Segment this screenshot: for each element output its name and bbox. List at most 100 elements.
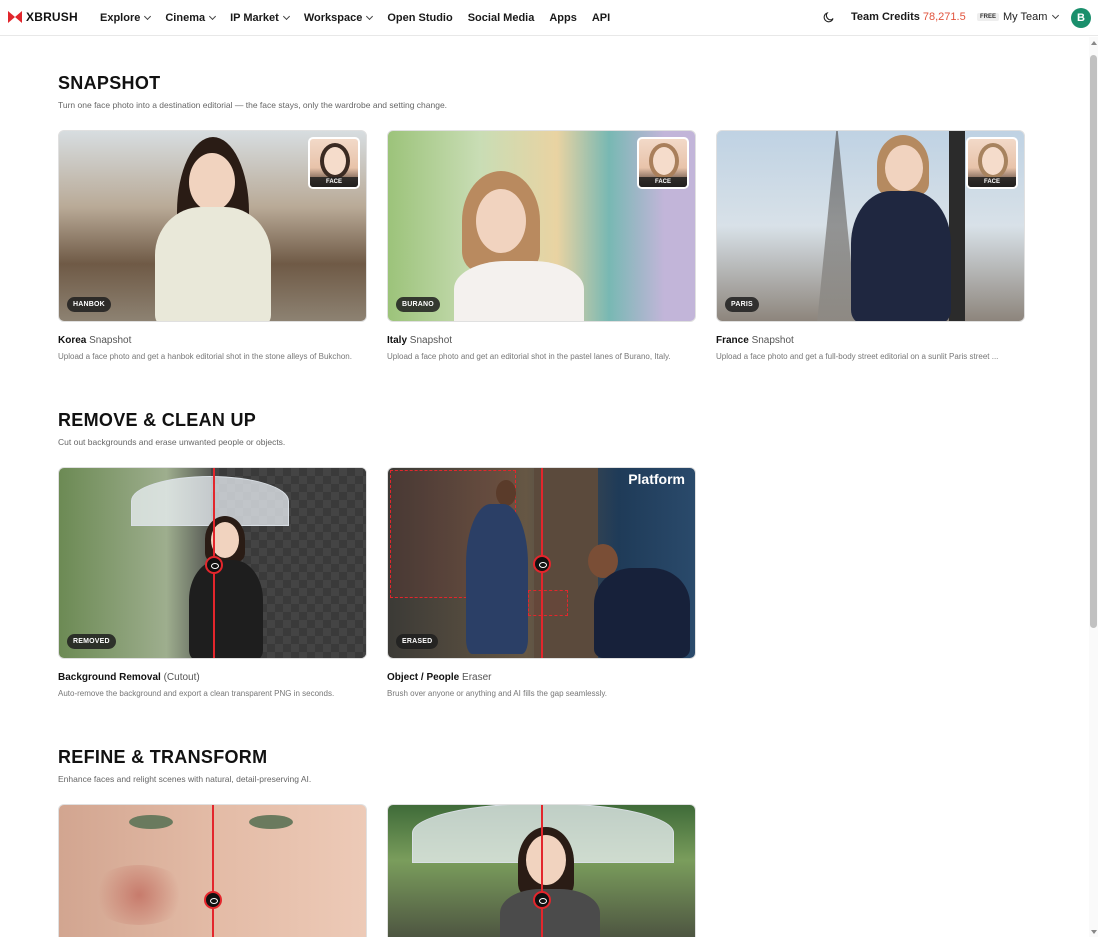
eye-icon[interactable] [204,891,222,909]
card-thumbnail: Platform ERASED [387,467,696,659]
section-title: REMOVE & CLEAN UP [58,410,257,430]
face-shape [324,147,346,175]
plan-badge: FREE [977,13,1000,21]
eye-icon[interactable] [533,555,551,573]
card-thumbnail [387,804,696,937]
nav-api[interactable]: API [592,12,610,24]
card-korea-snapshot[interactable]: FACE HANBOK Korea Snapshot Upload a face… [58,130,367,361]
card-relight[interactable] [387,804,696,937]
face-label: FACE [639,177,687,187]
card-title: Background Removal (Cutout) [58,672,367,683]
nav-social-media[interactable]: Social Media [468,12,535,24]
card-description: Brush over anyone or anything and AI fil… [387,689,607,698]
chevron-down-icon [282,12,290,21]
scroll-down-arrow-icon[interactable] [1091,930,1097,934]
team-selector[interactable]: My Team [1003,11,1060,23]
section-title: SNAPSHOT [58,73,161,93]
scroll-up-arrow-icon[interactable] [1091,41,1097,45]
card-title: Object / People Eraser [387,672,696,683]
section-title: REFINE & TRANSFORM [58,747,268,767]
face-reference: FACE [637,137,689,189]
card-title-light: Eraser [462,672,492,683]
nav-social-media-label: Social Media [467,12,535,24]
team-credits[interactable]: Team Credits 78,271.5 [851,11,966,23]
logo[interactable]: XBRUSH [8,10,78,24]
face-shape [189,153,235,211]
card-thumbnail [58,804,367,937]
card-title-bold: Italy [387,335,408,346]
refine-cards [58,804,696,937]
face-reference: FACE [966,137,1018,189]
umbrella-shape [131,476,289,526]
shirt-shape [454,261,584,321]
face-shape [211,522,239,558]
face-shape [982,147,1004,175]
card-title-bold: Korea [58,335,87,346]
face-label: FACE [968,177,1016,187]
card-title-bold: Background Removal [58,672,161,683]
card-thumbnail: REMOVED [58,467,367,659]
card-description: Upload a face photo and get an editorial… [387,352,671,361]
nav-open-studio[interactable]: Open Studio [387,12,452,24]
card-description: Auto-remove the background and export a … [58,689,335,698]
avatar[interactable]: B [1071,8,1091,28]
face-reference: FACE [308,137,360,189]
card-tag: REMOVED [67,634,116,649]
pole-shape [949,131,965,321]
card-tag: PARIS [725,297,759,312]
card-description: Upload a face photo and get a hanbok edi… [58,352,352,361]
team-credits-label: Team Credits [851,11,920,23]
card-title-bold: France [716,335,749,346]
eye-shape [249,815,293,829]
logo-text: XBRUSH [26,10,78,24]
eye-icon[interactable] [533,891,551,909]
nav-cinema[interactable]: Cinema [165,12,217,24]
card-description: Upload a face photo and get a full-body … [716,352,999,361]
chevron-down-icon [366,12,374,21]
man-leaning-shape [594,568,690,658]
section-subtitle: Turn one face photo into a destination e… [58,100,448,110]
scrollbar-thumb[interactable] [1090,55,1097,628]
section-remove-clean-up: REMOVE & CLEAN UP Cut out backgrounds an… [58,410,285,447]
team-credits-value: 78,271.5 [922,11,966,23]
face-shape [885,145,923,191]
chevron-down-icon [144,12,152,21]
card-title-light: Snapshot [409,335,453,346]
card-france-snapshot[interactable]: FACE PARIS France Snapshot Upload a face… [716,130,1025,361]
card-italy-snapshot[interactable]: FACE BURANO Italy Snapshot Upload a face… [387,130,696,361]
card-title: Korea Snapshot [58,335,367,346]
face-shape [526,835,566,885]
compare-divider[interactable] [212,805,214,937]
chevron-down-icon [209,12,217,21]
card-thumbnail: FACE HANBOK [58,130,367,322]
nav-explore-label: Explore [100,12,141,24]
card-title: France Snapshot [716,335,1025,346]
nav-apps[interactable]: Apps [549,12,577,24]
card-face-enhance[interactable] [58,804,367,937]
card-thumbnail: FACE PARIS [716,130,1025,322]
nav-ip-market[interactable]: IP Market [230,12,290,24]
main-nav: Explore Cinema IP Market Workspace Open … [100,0,625,36]
card-tag: ERASED [396,634,439,649]
scene-sign-text: Platform [628,471,685,487]
nav-explore[interactable]: Explore [100,12,152,24]
eye-icon[interactable] [205,556,223,574]
nav-workspace-label: Workspace [303,12,363,24]
nav-cinema-label: Cinema [165,12,206,24]
section-refine-transform: REFINE & TRANSFORM Enhance faces and rel… [58,747,311,784]
snapshot-cards: FACE HANBOK Korea Snapshot Upload a face… [58,130,1025,361]
nav-apps-label: Apps [549,12,577,24]
section-subtitle: Enhance faces and relight scenes with na… [58,774,312,784]
card-title: Italy Snapshot [387,335,696,346]
card-object-people-eraser[interactable]: Platform ERASED Object / People Eraser B… [387,467,696,698]
card-title-light: (Cutout) [163,672,200,683]
acne-area [89,865,189,925]
face-shape [496,480,516,506]
top-navigation-bar: XBRUSH Explore Cinema IP Market Workspac… [0,0,1098,36]
card-title-bold: Object / People [387,672,460,683]
nav-workspace[interactable]: Workspace [303,12,374,24]
moon-icon[interactable] [823,11,835,23]
erase-selection-box[interactable] [528,590,568,616]
card-background-removal[interactable]: REMOVED Background Removal (Cutout) Auto… [58,467,367,698]
compare-divider[interactable] [541,805,543,937]
